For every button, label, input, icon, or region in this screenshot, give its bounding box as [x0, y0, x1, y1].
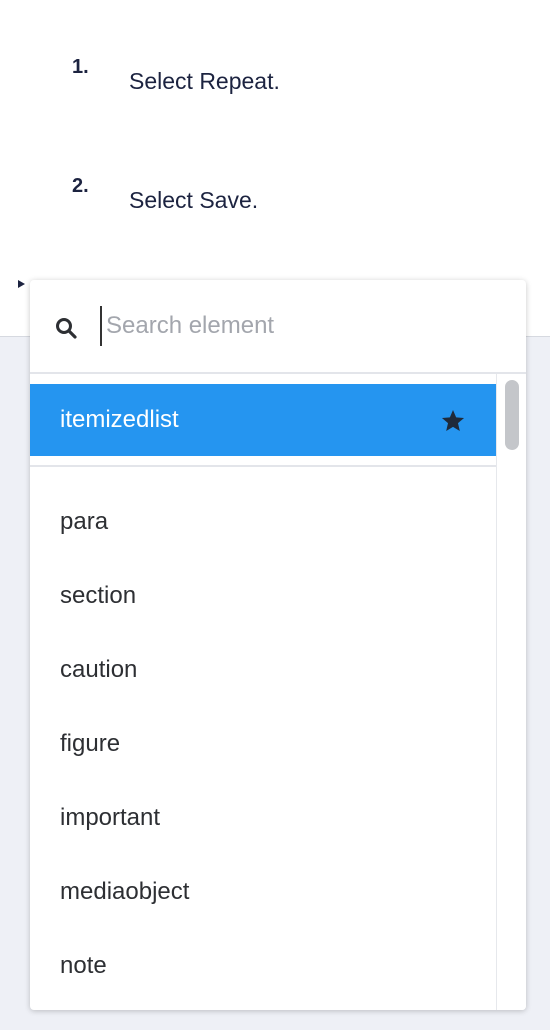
scrollbar[interactable]: [496, 374, 526, 1010]
caret-right-icon: [18, 280, 25, 288]
step-text: Select Repeat.: [129, 68, 280, 94]
scrollbar-thumb[interactable]: [505, 380, 519, 450]
search-input[interactable]: [100, 306, 506, 346]
list-item[interactable]: section: [30, 558, 496, 632]
list-item-label: figure: [60, 730, 121, 757]
list-item-label: note: [60, 952, 107, 979]
search-icon: [56, 318, 77, 339]
list-item-label: para: [60, 508, 109, 535]
list-item[interactable]: figure: [30, 706, 496, 780]
list-item[interactable]: important: [30, 780, 496, 854]
list-item-itemizedlist[interactable]: itemizedlist: [30, 384, 496, 456]
star-icon[interactable]: [440, 408, 466, 434]
list-item[interactable]: caution: [30, 632, 496, 706]
list-item[interactable]: mediaobject: [30, 854, 496, 928]
search-row: [30, 280, 526, 374]
list-item-label: caution: [60, 656, 138, 683]
list-item[interactable]: para: [30, 484, 496, 558]
list-item-label: important: [60, 804, 161, 831]
element-picker-dropdown: itemizedlist para section caution figure…: [30, 280, 526, 1010]
step-number: 2.: [72, 175, 89, 197]
list-item-label: itemizedlist: [60, 406, 179, 433]
step-text: Select Save.: [129, 187, 259, 213]
list-item[interactable]: note: [30, 928, 496, 1002]
element-list: itemizedlist para section caution figure…: [30, 374, 526, 1010]
divider: [30, 465, 496, 467]
list-item-label: mediaobject: [60, 878, 190, 905]
step-number: 1.: [72, 56, 89, 78]
list-item-label: section: [60, 582, 137, 609]
